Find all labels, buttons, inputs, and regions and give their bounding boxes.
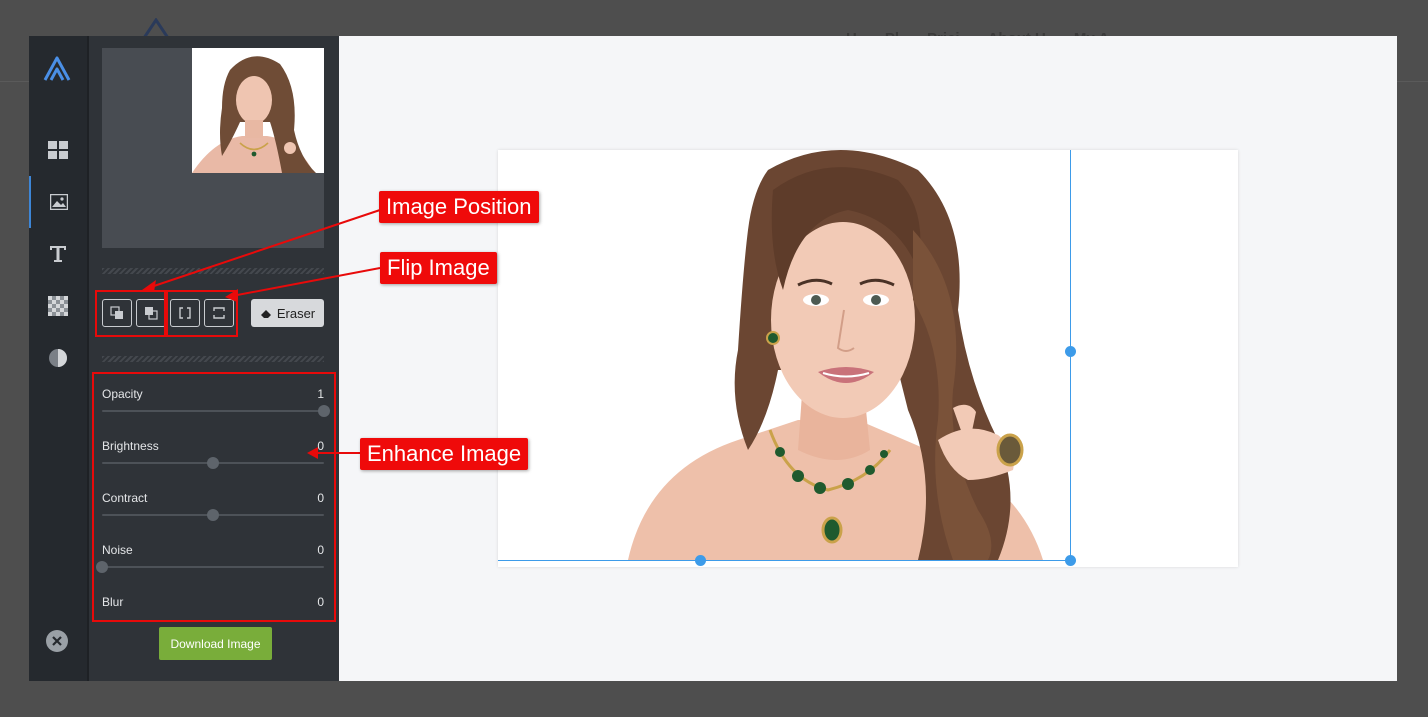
flip-image-highlight	[166, 290, 238, 337]
rail-item-filters[interactable]	[29, 332, 87, 384]
design-canvas[interactable]	[498, 150, 1238, 567]
download-image-button[interactable]: Download Image	[159, 627, 272, 660]
close-icon	[52, 636, 62, 646]
enhance-image-callout: Enhance Image	[360, 438, 529, 470]
panel-divider	[102, 268, 324, 274]
close-editor-button[interactable]	[46, 630, 68, 652]
image-position-highlight	[95, 290, 166, 337]
woman-portrait-image[interactable]	[498, 150, 1070, 560]
tool-rail	[29, 36, 87, 681]
enhance-image-highlight	[92, 372, 336, 622]
selection-border-bottom	[498, 560, 1070, 561]
rail-item-background[interactable]	[29, 280, 87, 332]
eraser-button-label: Eraser	[276, 305, 316, 321]
background-logo-icon	[142, 18, 170, 38]
contrast-icon	[49, 349, 67, 367]
rail-item-text[interactable]	[29, 228, 87, 280]
image-preview-thumbnail	[102, 48, 324, 248]
eraser-button[interactable]: Eraser	[251, 299, 324, 327]
rail-item-image[interactable]	[29, 176, 87, 228]
app-logo-icon	[43, 56, 71, 81]
woman-portrait-thumbnail	[192, 48, 324, 173]
eraser-icon	[260, 309, 271, 318]
resize-handle-bottom-right[interactable]	[1065, 555, 1076, 566]
rail-item-templates[interactable]	[29, 124, 87, 176]
resize-handle-bottom[interactable]	[695, 555, 706, 566]
image-position-callout: Image Position	[379, 191, 539, 223]
flip-image-callout: Flip Image	[380, 252, 497, 284]
resize-handle-right[interactable]	[1065, 346, 1076, 357]
woman-portrait-illustration	[628, 150, 1043, 560]
image-icon	[50, 194, 68, 210]
dashboard-icon	[48, 141, 68, 159]
text-icon	[50, 246, 66, 262]
checker-icon	[48, 296, 68, 316]
panel-divider	[102, 356, 324, 362]
